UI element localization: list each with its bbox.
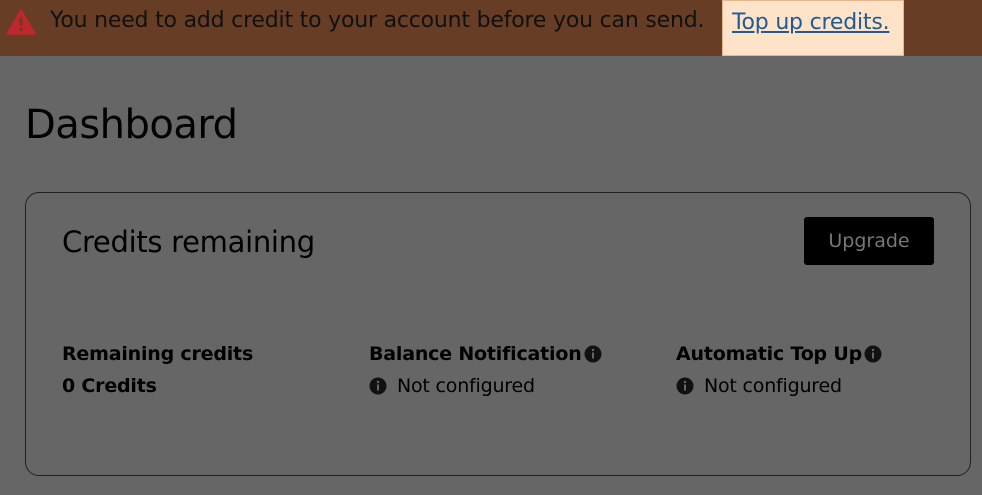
stat-label-remaining-credits: Remaining credits — [62, 341, 253, 367]
info-icon[interactable] — [864, 345, 882, 363]
warning-triangle-icon — [6, 9, 36, 35]
stat-value-balance-notification: Not configured — [369, 373, 602, 399]
stat-automatic-top-up: Automatic Top Up Not configured — [676, 341, 882, 399]
top-up-link-highlight: Top up credits. — [722, 0, 904, 56]
stat-label-text: Automatic Top Up — [676, 343, 862, 365]
alert-banner: You need to add credit to your account b… — [0, 0, 982, 56]
stat-value-automatic-top-up: Not configured — [676, 373, 882, 399]
info-icon[interactable] — [584, 345, 602, 363]
info-icon — [676, 377, 694, 395]
stat-value-remaining-credits: 0 Credits — [62, 373, 253, 399]
stat-label-automatic-top-up: Automatic Top Up — [676, 341, 882, 367]
top-up-credits-link[interactable]: Top up credits. — [732, 8, 890, 38]
page-title: Dashboard — [25, 102, 238, 148]
stat-value-text: 0 Credits — [62, 375, 157, 397]
credits-card: Credits remaining Upgrade Remaining cred… — [25, 192, 971, 476]
stat-label-text: Remaining credits — [62, 343, 254, 365]
stat-value-text: Not configured — [704, 375, 842, 397]
stat-label-balance-notification: Balance Notification — [369, 341, 602, 367]
upgrade-button[interactable]: Upgrade — [804, 217, 934, 265]
info-icon — [369, 377, 387, 395]
stat-value-text: Not configured — [397, 375, 535, 397]
card-title: Credits remaining — [62, 225, 315, 259]
stat-remaining-credits: Remaining credits 0 Credits — [62, 341, 253, 399]
stat-balance-notification: Balance Notification Not configured — [369, 341, 602, 399]
alert-message: You need to add credit to your account b… — [50, 8, 705, 33]
stat-label-text: Balance Notification — [369, 343, 582, 365]
